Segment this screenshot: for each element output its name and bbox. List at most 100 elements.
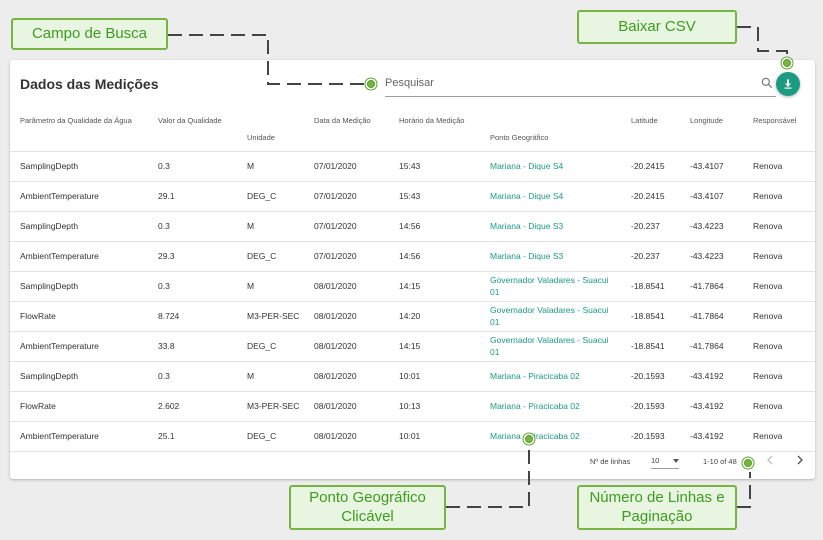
search-icon[interactable] — [760, 76, 774, 90]
cell-longitude: -41.7864 — [680, 271, 743, 302]
table-row: AmbientTemperature 29.3 DEG_C 07/01/2020 14:… — [10, 241, 815, 272]
rows-per-page-select[interactable]: 10 — [651, 453, 679, 469]
cell-time: 14:56 — [389, 211, 480, 242]
cell-parameter: SamplingDepth — [10, 271, 148, 302]
header-longitude[interactable]: Longitude — [680, 110, 743, 152]
cell-date: 08/01/2020 — [304, 331, 389, 362]
cell-time: 10:13 — [389, 391, 480, 422]
cell-geo-point[interactable]: Mariana - Piracicaba 02 — [480, 391, 621, 422]
cell-geo-point[interactable]: Governador Valadares - Suacui 01 — [480, 331, 621, 362]
table-row: SamplingDepth 0.3 M 07/01/2020 14:56 Mariana … — [10, 211, 815, 242]
cell-responsible: Renova — [743, 361, 815, 392]
cell-responsible: Renova — [743, 241, 815, 272]
cell-date: 07/01/2020 — [304, 211, 389, 242]
cell-value: 2.602 — [148, 391, 237, 422]
header-unit[interactable]: Unidade — [237, 110, 304, 152]
cell-value: 8.724 — [148, 301, 237, 332]
callout-search-field: Campo de Busca — [11, 18, 168, 50]
table-row: AmbientTemperature 33.8 DEG_C 08/01/2020 14:… — [10, 331, 815, 362]
table-row: SamplingDepth 0.3 M 08/01/2020 14:15 Governad… — [10, 271, 815, 302]
cell-value: 0.3 — [148, 361, 237, 392]
cell-date: 07/01/2020 — [304, 241, 389, 272]
cell-latitude: -18.8541 — [621, 301, 680, 332]
table-row: SamplingDepth 0.3 M 08/01/2020 10:01 Mariana … — [10, 361, 815, 392]
cell-latitude: -18.8541 — [621, 331, 680, 362]
cell-value: 29.3 — [148, 241, 237, 272]
callout-pagination-label: Número de Linhas e Paginação — [589, 488, 725, 525]
header-latitude[interactable]: Latitude — [621, 110, 680, 152]
cell-parameter: AmbientTemperature — [10, 241, 148, 272]
cell-date: 08/01/2020 — [304, 271, 389, 302]
header-responsible[interactable]: Responsável — [743, 110, 815, 152]
table-row: AmbientTemperature 29.1 DEG_C 07/01/2020 15:… — [10, 181, 815, 212]
cell-time: 14:15 — [389, 331, 480, 362]
cell-longitude: -43.4223 — [680, 241, 743, 272]
cell-unit: M — [237, 151, 304, 182]
measurements-table: Parâmetro da Qualidade da Água Valor da … — [10, 110, 815, 452]
cell-value: 0.3 — [148, 151, 237, 182]
callout-pagination: Número de Linhas e Paginação — [577, 485, 737, 530]
cell-time: 14:56 — [389, 241, 480, 272]
header-date[interactable]: Data da Medição — [304, 110, 389, 152]
cell-parameter: AmbientTemperature — [10, 181, 148, 212]
cell-latitude: -20.1593 — [621, 361, 680, 392]
cell-geo-point[interactable]: Governador Valadares - Suacui 01 — [480, 271, 621, 302]
cell-latitude: -20.2415 — [621, 181, 680, 212]
cell-parameter: SamplingDepth — [10, 211, 148, 242]
cell-unit: DEG_C — [237, 241, 304, 272]
cell-unit: DEG_C — [237, 331, 304, 362]
chevron-right-icon[interactable] — [792, 451, 808, 469]
cell-time: 14:15 — [389, 271, 480, 302]
cell-responsible: Renova — [743, 331, 815, 362]
pagination-bar: Nº de linhas 10 1-10 of 48 — [10, 447, 815, 475]
cell-geo-point[interactable]: Mariana - Dique S3 — [480, 211, 621, 242]
cell-date: 08/01/2020 — [304, 391, 389, 422]
cell-geo-point[interactable]: Governador Valadares - Suacui 01 — [480, 301, 621, 332]
cell-longitude: -41.7864 — [680, 331, 743, 362]
cell-latitude: -20.1593 — [621, 391, 680, 422]
cell-geo-point[interactable]: Mariana - Dique S3 — [480, 241, 621, 272]
caret-down-icon — [673, 459, 679, 463]
cell-latitude: -20.2415 — [621, 151, 680, 182]
cell-unit: M — [237, 271, 304, 302]
cell-time: 15:43 — [389, 181, 480, 212]
pagination-range: 1-10 of 48 — [703, 457, 737, 466]
cell-responsible: Renova — [743, 391, 815, 422]
cell-longitude: -43.4192 — [680, 391, 743, 422]
cell-responsible: Renova — [743, 151, 815, 182]
header-geo-point[interactable]: Ponto Geográfico — [480, 110, 621, 152]
cell-geo-point[interactable]: Mariana - Piracicaba 02 — [480, 361, 621, 392]
cell-unit: M — [237, 211, 304, 242]
cell-unit: DEG_C — [237, 181, 304, 212]
cell-unit: M3-PER-SEC — [237, 391, 304, 422]
callout-geo-point: Ponto Geográfico Clicável — [289, 485, 446, 530]
header-parameter[interactable]: Parâmetro da Qualidade da Água — [10, 110, 148, 152]
cell-parameter: SamplingDepth — [10, 151, 148, 182]
callout-search-field-label: Campo de Busca — [31, 24, 148, 42]
cell-geo-point[interactable]: Mariana - Dique S4 — [480, 181, 621, 212]
cell-value: 29.1 — [148, 181, 237, 212]
download-csv-button[interactable] — [776, 72, 800, 96]
table-row: FlowRate 8.724 M3-PER-SEC 08/01/2020 14:20 Go… — [10, 301, 815, 332]
callout-geo-point-label: Ponto Geográfico Clicável — [309, 488, 426, 525]
cell-parameter: AmbientTemperature — [10, 331, 148, 362]
header-value[interactable]: Valor da Qualidade — [148, 110, 237, 152]
cell-responsible: Renova — [743, 211, 815, 242]
callout-download-csv-label: Baixar CSV — [618, 17, 696, 35]
download-icon — [784, 79, 792, 89]
cell-value: 33.8 — [148, 331, 237, 362]
cell-time: 14:20 — [389, 301, 480, 332]
search-field[interactable] — [385, 72, 776, 97]
rows-per-page-label: Nº de linhas — [590, 457, 631, 466]
cell-date: 07/01/2020 — [304, 151, 389, 182]
cell-longitude: -43.4107 — [680, 151, 743, 182]
chevron-left-icon[interactable] — [762, 451, 778, 469]
search-input[interactable] — [385, 72, 740, 94]
cell-geo-point[interactable]: Mariana - Dique S4 — [480, 151, 621, 182]
cell-parameter: SamplingDepth — [10, 361, 148, 392]
cell-unit: M — [237, 361, 304, 392]
cell-value: 0.3 — [148, 211, 237, 242]
header-time[interactable]: Horário da Medição — [389, 110, 480, 152]
cell-longitude: -41.7864 — [680, 301, 743, 332]
cell-latitude: -20.237 — [621, 211, 680, 242]
